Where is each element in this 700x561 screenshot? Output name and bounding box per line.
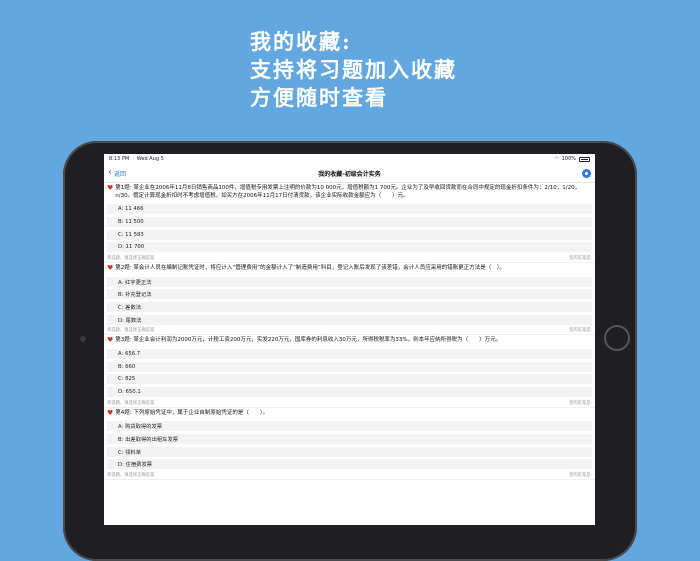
option-c[interactable]: C: 11 583 [107, 229, 592, 240]
option-d[interactable]: D: 尾数法 [107, 314, 592, 325]
question-title: ♥ 第4题: 下列原始凭证中，属于企业自制原始凭证的是（ ）。 [107, 409, 592, 418]
your-answer-label: 您的答案是: [569, 472, 592, 478]
question-type-hint: 单选题，请选择正确答案 [107, 472, 155, 478]
status-battery-text: 100% [561, 156, 576, 162]
promo-line-3: 方便随时查看 [250, 85, 388, 110]
back-button[interactable]: ‹ 返回 [108, 168, 126, 178]
page-title: 我的收藏-初级会计实务 [318, 170, 381, 178]
option-list: A: 11 466 B: 11 500 C: 11 583 D: 11 700 [107, 204, 592, 253]
battery-icon [579, 156, 590, 162]
option-b[interactable]: B: 出差取得的出租车发票 [107, 433, 592, 444]
status-date: Wed Aug 5 [136, 156, 164, 162]
question-footer: 单选题，请选择正确答案 您的答案是: [107, 254, 592, 262]
question-footer: 单选题，请选择正确答案 您的答案是: [107, 399, 592, 407]
your-answer-label: 您的答案是: [569, 400, 592, 406]
option-list: A: 656.7 B: 660 C: 825 D: 650.1 [107, 348, 592, 397]
favorite-heart-icon[interactable]: ♥ [107, 265, 113, 273]
option-list: A: 购货取得的发票 B: 出差取得的出租车发票 C: 领料单 D: 住宿费发票 [107, 421, 592, 470]
navigation-bar: ‹ 返回 我的收藏-初级会计实务 [104, 164, 595, 183]
option-b[interactable]: B: 11 500 [107, 216, 592, 227]
your-answer-label: 您的答案是: [569, 255, 592, 261]
question-footer: 单选题，请选择正确答案 您的答案是: [107, 471, 592, 479]
favorite-heart-icon[interactable]: ♥ [107, 337, 113, 345]
wifi-icon: ◠ [554, 156, 559, 162]
question-list: ♥ 第1题: 某企业在2006年11月8日销售商品100件，增值税专用发票上注明… [104, 183, 595, 480]
question-text: 第4题: 下列原始凭证中，属于企业自制原始凭证的是（ ）。 [115, 409, 269, 416]
promo-line-1: 我的收藏: [250, 29, 352, 54]
promo-line-2: 支持将习题加入收藏 [250, 57, 457, 82]
back-label: 返回 [114, 170, 127, 178]
favorite-heart-icon[interactable]: ♥ [107, 184, 113, 200]
status-bar: 8:13 PM Wed Aug 5 ◠ 100% [104, 154, 595, 164]
front-camera [80, 336, 86, 342]
question-item: ♥ 第3题: 某企业会计利润为2000万元，计税工资200万元，实发220万元，… [104, 335, 595, 408]
app-screen: 8:13 PM Wed Aug 5 ◠ 100% ‹ 返回 我的收藏-初级会计实… [104, 154, 595, 525]
option-list: A: 红字更正法 B: 补充登记法 C: 差数法 D: 尾数法 [107, 276, 592, 325]
question-text: 第2题: 某会计人员在编制记账凭证时，将应计入“管理费用”的金额计入了“制造费用… [115, 264, 506, 271]
home-button[interactable] [604, 325, 630, 351]
question-item: ♥ 第2题: 某会计人员在编制记账凭证时，将应计入“管理费用”的金额计入了“制造… [104, 263, 595, 336]
question-title: ♥ 第3题: 某企业会计利润为2000万元，计税工资200万元，实发220万元，… [107, 337, 592, 345]
question-title: ♥ 第2题: 某会计人员在编制记账凭证时，将应计入“管理费用”的金额计入了“制造… [107, 265, 592, 273]
option-c[interactable]: C: 825 [107, 374, 592, 385]
option-a[interactable]: A: 红字更正法 [107, 276, 592, 287]
question-footer: 单选题，请选择正确答案 您的答案是: [107, 326, 592, 334]
option-a[interactable]: A: 11 466 [107, 204, 592, 215]
question-item: ♥ 第4题: 下列原始凭证中，属于企业自制原始凭证的是（ ）。 A: 购货取得的… [104, 408, 595, 480]
option-b[interactable]: B: 660 [107, 361, 592, 372]
your-answer-label: 您的答案是: [569, 328, 592, 334]
question-type-hint: 单选题，请选择正确答案 [107, 255, 155, 261]
question-type-hint: 单选题，请选择正确答案 [107, 400, 155, 406]
option-d[interactable]: D: 住宿费发票 [107, 459, 592, 470]
settings-gear-icon[interactable] [582, 168, 591, 178]
favorite-heart-icon[interactable]: ♥ [107, 409, 113, 418]
option-d[interactable]: D: 650.1 [107, 386, 592, 397]
status-time: 8:13 PM [109, 156, 130, 162]
question-title: ♥ 第1题: 某企业在2006年11月8日销售商品100件，增值税专用发票上注明… [107, 184, 592, 200]
option-a[interactable]: A: 656.7 [107, 348, 592, 359]
option-b[interactable]: B: 补充登记法 [107, 289, 592, 300]
option-a[interactable]: A: 购货取得的发票 [107, 421, 592, 432]
question-text: 第3题: 某企业会计利润为2000万元，计税工资200万元，实发220万元，国库… [115, 337, 502, 344]
question-item: ♥ 第1题: 某企业在2006年11月8日销售商品100件，增值税专用发票上注明… [104, 183, 595, 263]
promo-caption: 我的收藏: 支持将习题加入收藏 方便随时查看 [250, 28, 457, 112]
option-c[interactable]: C: 差数法 [107, 301, 592, 312]
question-text: 第1题: 某企业在2006年11月8日销售商品100件，增值税专用发票上注明的价… [115, 185, 581, 199]
question-type-hint: 单选题，请选择正确答案 [107, 328, 155, 334]
chevron-left-icon: ‹ [108, 167, 112, 178]
option-c[interactable]: C: 领料单 [107, 446, 592, 457]
option-d[interactable]: D: 11 700 [107, 242, 592, 253]
